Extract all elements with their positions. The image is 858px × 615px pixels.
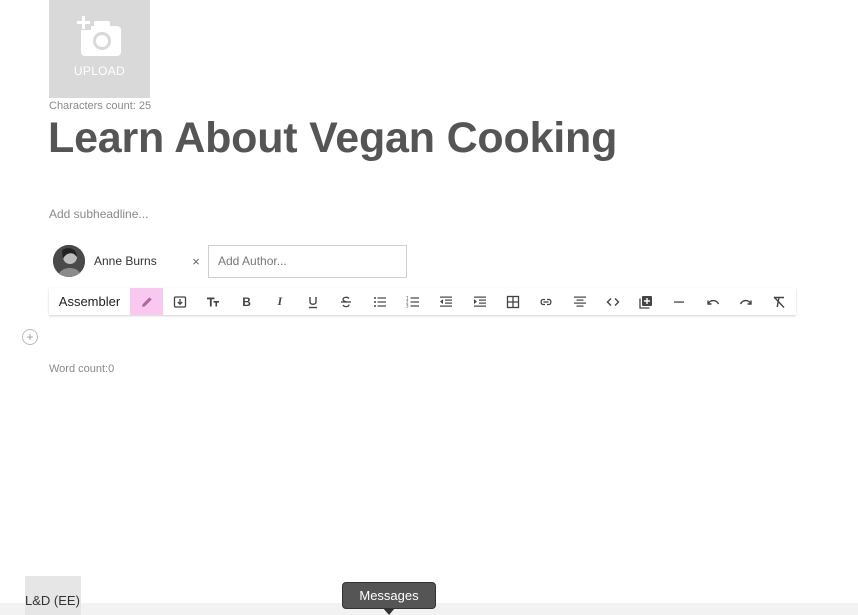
author-row: Anne Burns × [53,243,407,279]
bold-icon: B [242,294,251,309]
add-media-icon [639,295,653,309]
outdent-button[interactable] [430,288,463,315]
workspace-tab-label: L&D (EE) [25,593,80,608]
bulleted-list-icon [373,296,386,307]
word-count: Word count:0 [49,363,115,375]
align-center-button[interactable] [563,288,596,315]
add-media-button[interactable] [629,288,662,315]
add-photo-icon [76,16,121,56]
italic-icon: I [277,294,283,308]
underline-icon [309,296,318,308]
strikethrough-button[interactable] [330,288,363,315]
strikethrough-icon [341,296,352,307]
svg-text:3: 3 [406,303,409,308]
table-icon [506,295,520,308]
workspace-tab[interactable]: L&D (EE) [25,576,81,615]
numbered-list-button[interactable]: 123 [396,288,429,315]
code-button[interactable] [596,288,629,315]
link-icon [540,298,552,305]
remove-author-button[interactable]: × [186,254,206,269]
numbered-list-icon: 123 [406,295,420,308]
bold-button[interactable]: B [230,288,263,315]
undo-icon [706,299,719,305]
add-author-input[interactable] [208,244,407,278]
indent-button[interactable] [463,288,496,315]
editor-page: UPLOAD Characters count: 25 Learn About … [0,0,858,615]
upload-label: UPLOAD [73,64,126,78]
assembler-mode-label[interactable]: Assembler [49,294,130,309]
text-size-button[interactable] [197,288,230,315]
horizontal-rule-button[interactable] [663,288,696,315]
characters-count: Characters count: 25 [49,100,152,112]
author-name: Anne Burns [94,254,157,268]
redo-icon [739,299,752,305]
messages-label: Messages [359,588,419,603]
add-block-button[interactable]: + [22,329,38,345]
headline[interactable]: Learn About Vegan Cooking [48,114,617,163]
align-center-icon [573,296,586,307]
underline-button[interactable] [296,288,329,315]
table-button[interactable] [496,288,529,315]
horizontal-rule-icon [674,300,685,303]
editor-toolbar: Assembler B I 123 [49,288,796,315]
bulleted-list-button[interactable] [363,288,396,315]
code-icon [606,297,620,306]
italic-button[interactable]: I [263,288,296,315]
text-size-icon [207,297,220,306]
subheadline-input[interactable]: Add subheadline... [49,207,148,221]
messages-button[interactable]: Messages [342,582,436,615]
redo-button[interactable] [729,288,762,315]
undo-button[interactable] [696,288,729,315]
outdent-icon [440,296,453,307]
clear-format-button[interactable] [763,288,796,315]
edit-button[interactable] [130,288,164,315]
edit-icon [141,296,152,307]
avatar [53,245,85,277]
import-button[interactable] [163,288,196,315]
link-button[interactable] [530,288,563,315]
image-upload-button[interactable]: UPLOAD [49,0,150,98]
import-icon [173,295,187,308]
clear-format-icon [773,296,785,308]
indent-icon [473,296,486,307]
